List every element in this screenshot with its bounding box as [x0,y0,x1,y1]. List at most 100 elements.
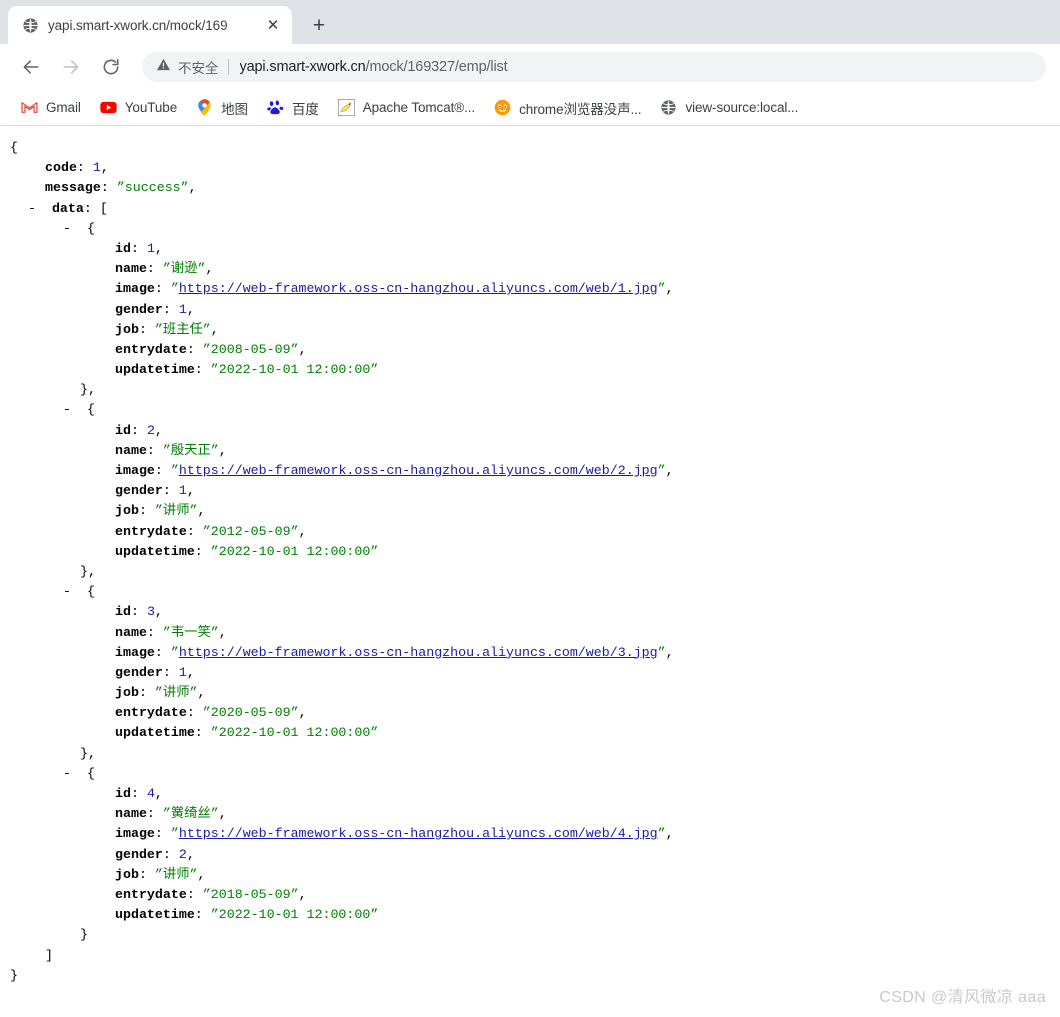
tab-title: yapi.smart-xwork.cn/mock/169 [48,17,228,33]
json-string: ”殷天正” [162,442,219,458]
json-field-image: image: ”https://web-framework.oss-cn-han… [115,644,674,660]
bookmark-youtube[interactable]: YouTube [93,95,184,121]
json-field-image: image: ”https://web-framework.oss-cn-han… [115,463,674,478]
browser-toolbar: 不安全 yapi.smart-xwork.cn/mock/169327/emp/… [0,44,1060,90]
json-field-job: job: ”班主任”, [115,321,219,337]
json-field-gender: gender: 1, [115,483,195,499]
warning-triangle-icon [156,57,171,77]
json-record-close: }, [80,745,96,761]
json-number: 1 [146,240,155,256]
json-number: 1 [178,483,187,499]
json-string: ”2022-10-01 12:00:00” [210,725,379,741]
json-key: code [45,160,77,176]
json-key: image [115,644,155,660]
json-field-id: id: 1, [115,240,163,256]
json-field-updatetime: updatetime: ”2022-10-01 12:00:00” [115,907,379,923]
json-field-gender: gender: 2, [115,846,195,862]
reload-button[interactable] [96,52,126,82]
json-field-data: - data: [ [28,200,108,216]
json-field-name: name: ”黉绮丝”, [115,806,227,822]
json-key: gender [115,301,163,317]
security-status-label: 不安全 [178,61,219,76]
json-field-entrydate: entrydate: ”2008-05-09”, [115,341,307,357]
collapse-toggle[interactable]: - [63,221,71,236]
json-key: name [115,442,147,458]
json-key: gender [115,846,163,862]
json-field-code: code: 1, [45,160,109,176]
browser-tab-active[interactable]: yapi.smart-xwork.cn/mock/169 ✕ [8,6,292,44]
json-field-image: image: ”https://web-framework.oss-cn-han… [115,826,674,842]
json-root-close: } [10,967,18,983]
globe-icon [22,17,39,34]
json-string: ”success” [116,180,189,196]
bookmark-label: 地图 [221,101,248,117]
json-field-image: image: ”https://web-framework.oss-cn-han… [115,281,674,297]
bookmark-chrome-no-sound[interactable]: chrome浏览器没声... [487,95,648,121]
smiley-icon [494,99,511,116]
tab-strip: yapi.smart-xwork.cn/mock/169 ✕ + [0,0,1060,44]
json-string: ”韦一笑” [162,624,219,640]
json-field-gender: gender: 1, [115,301,195,317]
json-key: id [115,786,131,801]
bookmark-baidu[interactable]: 百度 [260,95,326,121]
json-field-job: job: ”讲师”, [115,685,206,701]
json-key: image [115,463,155,478]
bookmark-maps[interactable]: 地图 [189,95,255,121]
bookmark-tomcat[interactable]: Apache Tomcat®... [331,95,482,121]
json-key: name [115,261,147,277]
json-string: ” [170,644,179,660]
close-icon[interactable]: ✕ [262,14,284,36]
json-record-open: - { [63,584,95,600]
bookmarks-bar: Gmail YouTube 地图 百度 Apache Tomcat®... ch… [0,90,1060,126]
collapse-toggle[interactable]: - [28,201,36,216]
json-record-open: - { [63,220,95,236]
json-key: entrydate [115,705,187,721]
json-url-link[interactable]: https://web-framework.oss-cn-hangzhou.al… [179,463,658,478]
json-field-gender: gender: 1, [115,664,195,680]
json-string: ”讲师” [154,503,198,519]
json-string: ”2018-05-09” [202,886,299,902]
reload-icon [103,58,119,75]
json-key: gender [115,483,163,499]
json-field-id: id: 4, [115,786,163,801]
back-button[interactable] [16,52,46,82]
collapse-toggle[interactable]: - [63,402,71,417]
json-number: 4 [146,786,155,801]
arrow-left-icon [23,60,39,74]
url-path: /mock/169327/emp/list [365,59,508,75]
json-key: updatetime [115,907,195,923]
new-tab-button[interactable]: + [304,10,334,40]
bookmark-label: view-source:local... [685,100,799,115]
json-string: ” [170,826,179,842]
json-number: 2 [146,422,155,438]
watermark: CSDN @清风微凉 aaa [879,988,1046,1006]
json-string: ”2012-05-09” [202,523,299,539]
bookmark-gmail[interactable]: Gmail [14,95,88,121]
json-key: image [115,281,155,297]
json-url-link[interactable]: https://web-framework.oss-cn-hangzhou.al… [179,645,658,660]
address-bar[interactable]: 不安全 yapi.smart-xwork.cn/mock/169327/emp/… [142,52,1046,82]
json-number: 1 [178,301,187,317]
bookmark-view-source[interactable]: view-source:local... [653,95,805,121]
json-key: entrydate [115,523,187,539]
forward-button[interactable] [56,52,86,82]
json-key: id [115,240,131,256]
json-record-close: } [80,927,88,943]
json-string: ”2020-05-09” [202,705,299,721]
json-url-link[interactable]: https://web-framework.oss-cn-hangzhou.al… [179,281,658,296]
json-string: ”班主任” [154,321,211,337]
bookmark-label: YouTube [124,100,178,115]
json-key: id [115,422,131,438]
json-body: {code: 1, message: ”success”, - data: [- {… [0,138,1060,986]
json-viewer: {code: 1, message: ”success”, - data: [- {… [0,126,1060,1016]
json-key: job [115,321,139,337]
collapse-toggle[interactable]: - [63,584,71,599]
json-key: updatetime [115,543,195,559]
json-field-message: message: ”success”, [45,180,197,196]
json-string: ” [657,826,666,842]
bookmark-label: Gmail [46,100,81,115]
collapse-toggle[interactable]: - [63,766,71,781]
json-url-link[interactable]: https://web-framework.oss-cn-hangzhou.al… [179,826,658,841]
youtube-icon [100,99,117,116]
json-key: job [115,503,139,519]
